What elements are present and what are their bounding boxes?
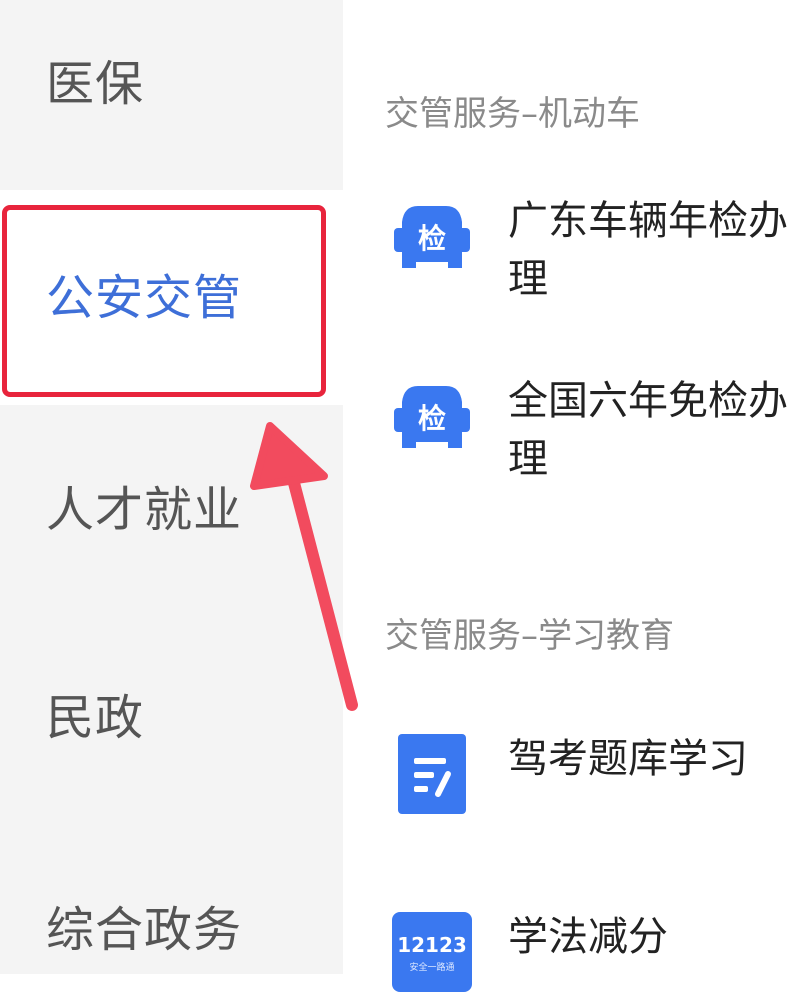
sidebar-item-label: 综合政务 [46,902,243,958]
service-label: 广东车辆年检办理 [508,198,788,302]
exam-question-icon [398,734,466,814]
service-label: 全国六年免检办理 [508,378,788,482]
car-inspection-icon: 检 [394,206,470,268]
icon-subtext: 安全一路通 [409,961,454,973]
icon-text: 12123 [397,933,467,957]
icon-text: 检 [418,402,446,435]
sidebar-item-label: 人才就业 [46,482,243,538]
sidebar-item-label: 医保 [46,56,145,112]
sidebar-item-comprehensive-affairs[interactable]: 综合政务 [0,890,343,960]
service-label: 学法减分 [508,914,668,960]
service-item-guangdong-annual-inspection[interactable]: 检 广东车辆年检办理 [388,192,798,308]
sidebar-item-label: 民政 [46,690,145,746]
icon-text: 检 [418,222,446,255]
annotation-highlight-box [2,205,326,397]
section-title-learning-education: 交管服务–学习教育 [385,616,674,656]
section-title-motor-vehicle: 交管服务–机动车 [385,94,640,134]
service-item-driving-test-question-bank[interactable]: 驾考题库学习 [388,730,798,818]
service-label: 驾考题库学习 [508,736,748,782]
service-item-national-six-year-exemption[interactable]: 检 全国六年免检办理 [388,372,798,488]
12123-app-icon: 12123 安全一路通 [392,912,472,992]
sidebar-item-medical-insurance[interactable]: 医保 [0,44,343,114]
service-item-study-law-reduce-points[interactable]: 12123 安全一路通 学法减分 [388,908,798,996]
annotation-arrow-icon [250,422,358,711]
car-inspection-icon: 检 [394,386,470,448]
